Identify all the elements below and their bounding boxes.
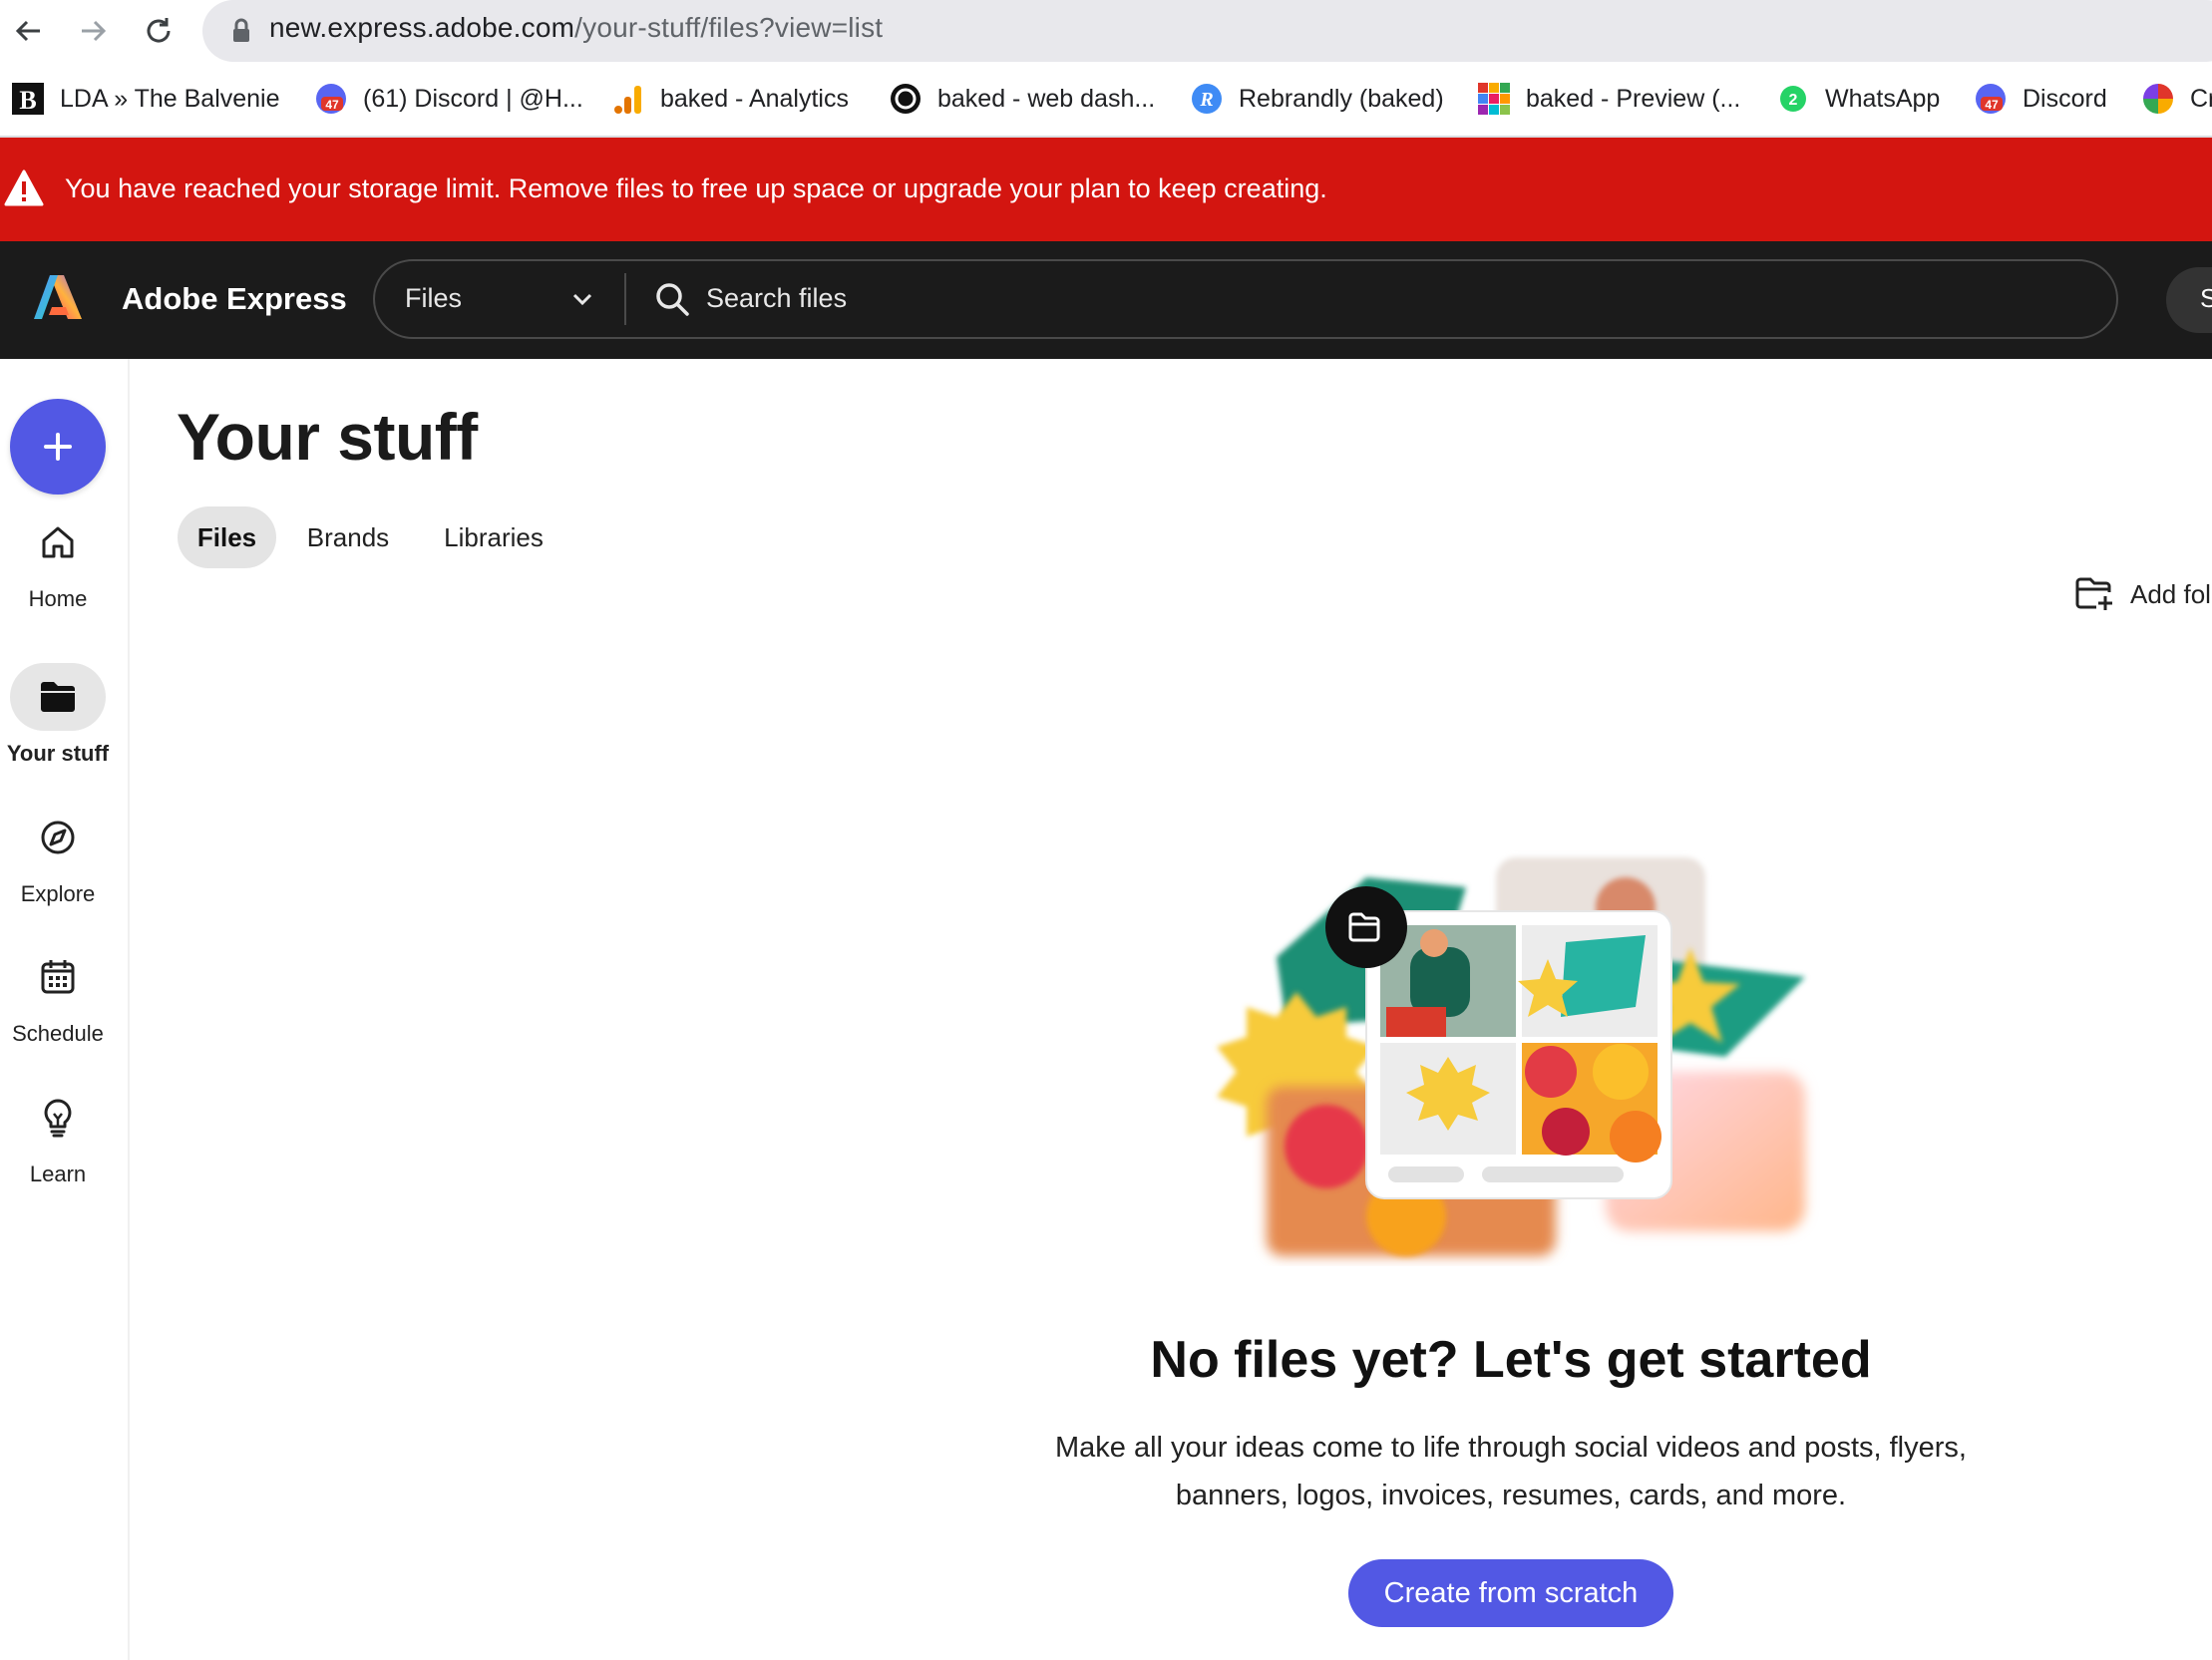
bookmark-label: Rebrandly (baked) [1239,84,1444,113]
bookmark-label: Cr [2190,84,2212,113]
reload-button[interactable] [136,8,182,54]
compass-icon [41,821,75,854]
grid-logo-icon [1478,83,1510,115]
nav-item-explore[interactable]: Explore [0,804,116,907]
whatsapp-icon: 2 [1777,83,1809,115]
arrow-right-icon [82,20,107,42]
url-text[interactable]: new.express.adobe.com/your-stuff/files?v… [269,12,883,44]
back-button[interactable] [6,8,52,54]
empty-state-title: No files yet? Let's get started [1150,1331,1872,1389]
rebrandly-icon: R [1191,83,1223,115]
bookmark-item[interactable]: baked - Analytics [612,74,849,124]
bookmarks-bar: B LDA » The Balvenie 47 (61) Discord | @… [0,74,2212,124]
bookmark-label: Discord [2023,84,2107,113]
nav-item-learn[interactable]: Learn [0,1084,116,1187]
nav-label: Home [28,586,88,611]
bookmark-badge: 47 [325,98,339,112]
rebrandly-glyph: R [1199,89,1213,111]
bookmark-item[interactable]: baked - web dash... [890,74,1155,124]
arrow-left-icon [15,20,40,42]
bookmark-label: LDA » The Balvenie [60,84,280,113]
bookmark-label: baked - Preview (... [1526,84,1741,113]
header-right-button[interactable]: S [2166,267,2212,333]
bookmark-item[interactable]: 47 Discord [1975,74,2107,124]
bookmark-label: WhatsApp [1825,84,1941,113]
app-title[interactable]: Adobe Express [122,281,347,317]
bookmark-badge: 2 [1789,92,1798,109]
bookmark-label: baked - Analytics [660,84,849,113]
side-navigation: Home Your stuff Explore Schedule Learn [0,359,130,1660]
add-folder-label: Add fol [2130,578,2211,609]
home-icon [42,526,74,558]
folder-icon [41,682,75,712]
add-folder-icon [2075,577,2112,610]
bookmark-item[interactable]: 2 WhatsApp [1777,74,1940,124]
circle-logo-icon [890,83,922,115]
bookmark-item[interactable]: baked - Preview (... [1478,74,1740,124]
bookmark-label: baked - web dash... [937,84,1156,113]
url-host: new.express.adobe.com [269,12,575,43]
nav-label: Explore [20,881,96,906]
lock-icon [233,18,249,42]
browser-toolbar: new.express.adobe.com/your-stuff/files?v… [0,0,2212,62]
tab-files[interactable]: Files [178,506,276,568]
adobe-express-logo-icon[interactable] [32,271,84,323]
search-icon [656,283,689,316]
alert-message: You have reached your storage limit. Rem… [65,173,1327,203]
tab-brands[interactable]: Brands [289,506,407,568]
nav-item-your-stuff[interactable]: Your stuff [0,663,116,767]
bookmark-badge: 47 [1985,98,1999,112]
nav-item-schedule[interactable]: Schedule [0,943,116,1047]
empty-state-illustration [1217,857,1805,1256]
calendar-icon [41,960,75,994]
nav-label: Learn [29,1162,87,1186]
bookmark-item[interactable]: Cr [2142,74,2212,124]
storage-alert-banner: You have reached your storage limit. Rem… [0,138,2212,241]
forward-button[interactable] [70,8,116,54]
search-bar: Files Search files [373,259,2118,339]
warning-icon [4,169,44,206]
analytics-icon [612,83,644,115]
search-divider [624,273,626,325]
reload-icon [147,18,171,43]
nav-item-home[interactable]: Home [0,508,116,612]
chevron-down-icon[interactable] [570,287,594,311]
discord-icon: 47 [1975,83,2007,115]
add-folder-button[interactable]: Add fol [2074,576,2211,612]
app-window: new.express.adobe.com/your-stuff/files?v… [0,0,2212,1660]
b-logo-icon: B [12,83,44,115]
bookmark-item[interactable]: B LDA » The Balvenie [12,74,280,124]
nav-label: Schedule [12,1021,104,1046]
plus-icon [44,433,72,461]
bookmark-item[interactable]: 47 (61) Discord | @H... [315,74,583,124]
url-path: /your-stuff/files?view=list [574,12,884,43]
discord-icon: 47 [315,83,347,115]
page-title: Your stuff [177,400,478,474]
tab-libraries[interactable]: Libraries [429,506,558,568]
color-wheel-icon [2142,83,2174,115]
bookmark-item[interactable]: R Rebrandly (baked) [1191,74,1444,124]
nav-label: Your stuff [6,741,110,766]
bookmark-label: (61) Discord | @H... [363,84,583,113]
app-header: Adobe Express Files Search files S [0,241,2212,359]
svg-text:B: B [19,86,36,115]
create-new-button[interactable] [10,399,106,495]
search-scope-dropdown[interactable]: Files [405,283,462,314]
lightbulb-icon [44,1099,72,1138]
create-from-scratch-button[interactable]: Create from scratch [1348,1559,1673,1627]
search-input[interactable]: Search files [706,283,847,314]
empty-state-description: Make all your ideas come to life through… [1055,1432,1967,1511]
